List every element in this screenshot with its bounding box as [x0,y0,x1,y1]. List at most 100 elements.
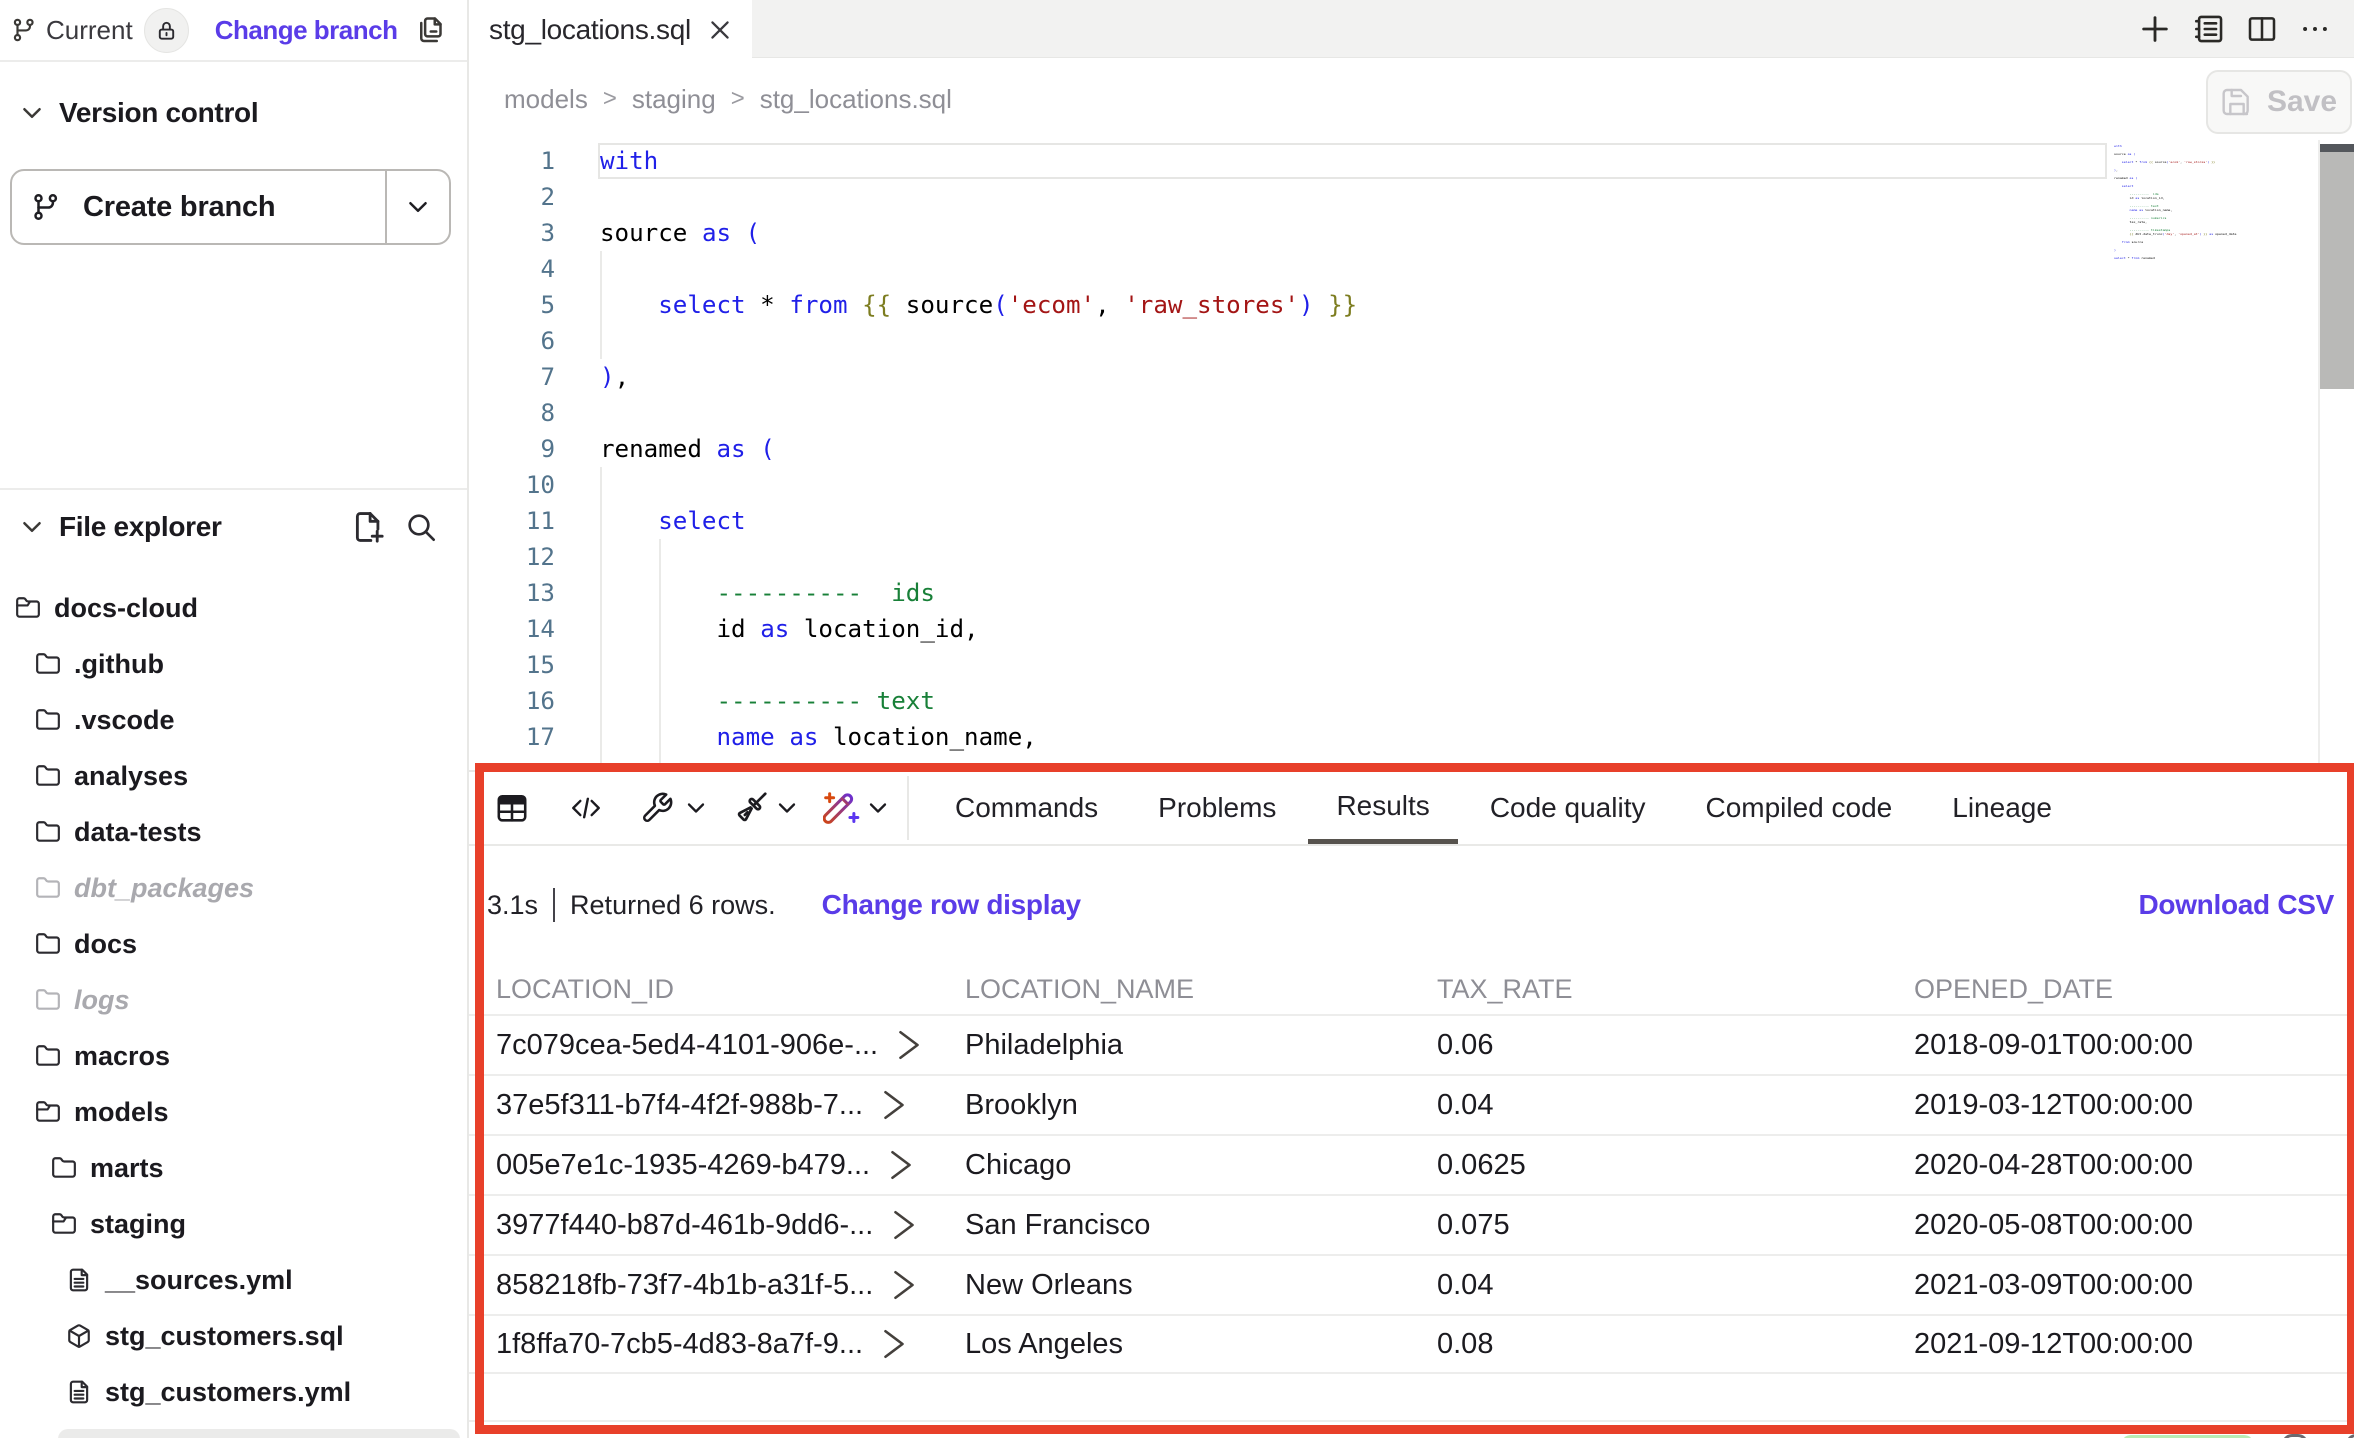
results-meta-row: 3.1s Returned 6 rows. Change row display… [469,846,2354,964]
table-row[interactable]: 1f8ffa70-7cb5-4d83-8a7f-9...Los Angeles0… [469,1314,2354,1374]
table-row[interactable]: 3977f440-b87d-461b-9dd6-...San Francisco… [469,1194,2354,1254]
chevron-down-icon[interactable] [775,796,799,820]
table-cell: 2018-09-01T00:00:00 [1914,1029,2354,1062]
code-editor[interactable]: 1234567891011121314151617181920212223242… [469,140,2354,763]
change-branch-link[interactable]: Change branch [215,15,398,46]
breadcrumb-item[interactable]: staging [632,84,716,115]
tree-item--sources-yml[interactable]: __sources.yml [0,1252,467,1308]
search-icon[interactable] [405,511,437,543]
column-header-opened_date: OPENED_DATE [1914,974,2354,1005]
table-cell: 7c079cea-5ed4-4101-906e-... [496,1028,965,1062]
panel-tab-code-quality[interactable]: Code quality [1462,772,1674,844]
change-row-display-link[interactable]: Change row display [822,889,1081,921]
table-cell: 858218fb-73f7-4b1b-a31f-5... [496,1268,965,1302]
new-file-icon[interactable] [351,510,385,544]
panel-tab-compiled-code[interactable]: Compiled code [1677,772,1920,844]
editor-scrollbar[interactable] [2318,140,2354,763]
breadcrumb-item[interactable]: stg_locations.sql [760,84,952,115]
table-cell: 3977f440-b87d-461b-9dd6-... [496,1208,965,1242]
ellipsis-icon[interactable] [2298,12,2332,46]
tree-item-staging[interactable]: staging [0,1196,467,1252]
tab-stg-locations[interactable]: stg_locations.sql [469,0,752,59]
download-csv-link[interactable]: Download CSV [2138,889,2334,921]
lock-icon [155,19,178,42]
folder-open-icon [51,1211,77,1237]
expand-row-icon[interactable] [877,1088,911,1122]
folder-icon [35,707,61,733]
tree-item-label: docs-cloud [54,593,198,624]
expand-row-icon[interactable] [892,1028,926,1062]
results-table-header: LOCATION_IDLOCATION_NAMETAX_RATEOPENED_D… [469,964,2354,1014]
table-row[interactable]: 7c079cea-5ed4-4101-906e-...Philadelphia0… [469,1014,2354,1074]
copy-icon[interactable] [416,15,446,45]
version-control-header[interactable]: Version control [19,88,258,138]
tree-item--vscode[interactable]: .vscode [0,692,467,748]
chevron-down-icon[interactable] [866,796,890,820]
code-line: renamed as ( [600,431,1517,467]
code-line [600,647,1517,683]
tree-item-label: __sources.yml [105,1265,293,1296]
expand-row-icon[interactable] [877,1327,911,1361]
tree-item-docs-cloud[interactable]: docs-cloud [0,580,467,636]
table-row[interactable]: 005e7e1c-1935-4269-b479...Chicago0.06252… [469,1134,2354,1194]
file-explorer-header[interactable]: File explorer [19,502,467,552]
create-branch-main[interactable]: Create branch [12,171,385,243]
tree-item-analyses[interactable]: analyses [0,748,467,804]
chevron-down-icon [19,514,45,540]
code-line: ---------- ids [600,575,1517,611]
tree-item--github[interactable]: .github [0,636,467,692]
code-line: source as ( [600,215,1517,251]
folder-icon [35,763,61,789]
expand-row-icon[interactable] [884,1148,918,1182]
scrollbar-cursor-marker [2320,144,2354,152]
divider [553,888,555,922]
close-icon[interactable] [707,17,733,43]
tree-item-stg-customers-yml[interactable]: stg_customers.yml [0,1364,467,1420]
column-header-tax_rate: TAX_RATE [1437,974,1914,1005]
panel-tab-commands[interactable]: Commands [927,772,1126,844]
tree-item-dbt-packages[interactable]: dbt_packages [0,860,467,916]
table-cell: 2020-04-28T00:00:00 [1914,1149,2354,1182]
format-list-icon[interactable] [2192,12,2226,46]
editor-tabbar: stg_locations.sql [469,0,2354,58]
tree-item-models[interactable]: models [0,1084,467,1140]
breadcrumb-item[interactable]: models [504,84,588,115]
chevron-down-icon[interactable] [684,796,708,820]
tree-item-stg-customers-sql[interactable]: stg_customers.sql [0,1308,467,1364]
selected-file-highlight[interactable] [58,1429,460,1438]
scrollbar-thumb[interactable] [2320,152,2354,389]
panel-tab-results[interactable]: Results [1308,772,1457,844]
tree-item-docs[interactable]: docs [0,916,467,972]
code-line [600,251,1517,287]
version-control-title: Version control [59,97,258,129]
table-row[interactable]: 858218fb-73f7-4b1b-a31f-5...New Orleans0… [469,1254,2354,1314]
expand-row-icon[interactable] [887,1208,921,1242]
table-cell: 0.04 [1437,1089,1914,1122]
panel-tab-lineage[interactable]: Lineage [1924,772,2080,844]
folder-icon [35,651,61,677]
tree-item-label: docs [74,929,137,960]
save-icon [2221,86,2253,118]
tree-item-data-tests[interactable]: data-tests [0,804,467,860]
save-button[interactable]: Save [2206,70,2352,134]
code-icon[interactable] [569,791,603,825]
tree-item-marts[interactable]: marts [0,1140,467,1196]
expand-row-icon[interactable] [887,1268,921,1302]
divider [0,488,467,490]
results-grid-icon[interactable] [494,790,530,826]
new-tab-icon[interactable] [2138,12,2172,46]
tree-item-macros[interactable]: macros [0,1028,467,1084]
create-branch-dropdown[interactable] [385,171,449,243]
table-cell: 2021-03-09T00:00:00 [1914,1269,2354,1302]
split-editor-icon[interactable] [2246,13,2278,45]
broom-icon[interactable] [733,790,769,826]
panel-tab-problems[interactable]: Problems [1130,772,1304,844]
tree-item-logs[interactable]: logs [0,972,467,1028]
wrench-icon[interactable] [640,791,674,825]
cell-value: 005e7e1c-1935-4269-b479... [496,1149,870,1182]
table-row[interactable]: 37e5f311-b7f4-4f2f-988b-7...Brooklyn0.04… [469,1074,2354,1134]
code-line [600,539,1517,575]
table-cell: 2020-05-08T00:00:00 [1914,1209,2354,1242]
copilot-wand-icon[interactable] [823,789,861,827]
sidebar: Current Change branch Version control Cr… [0,0,469,1438]
